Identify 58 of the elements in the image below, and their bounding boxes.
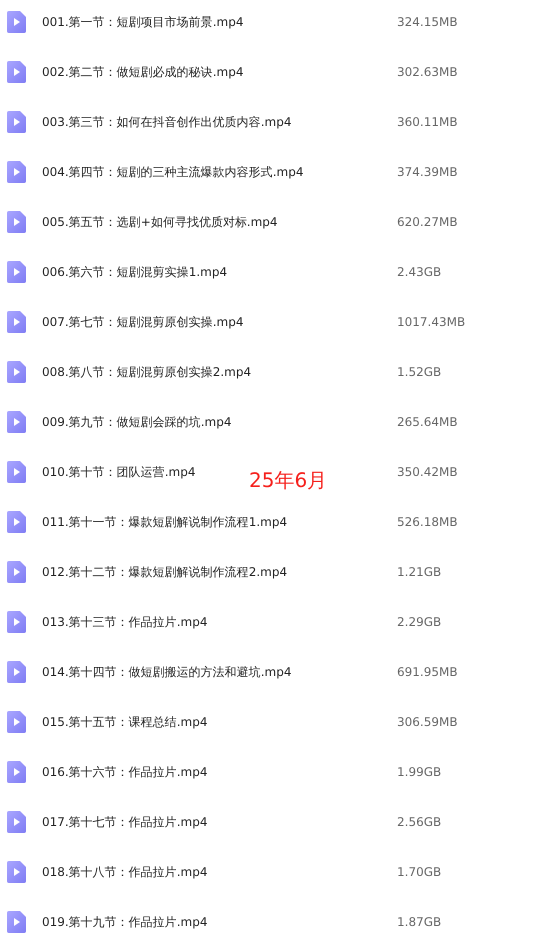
file-size: 324.15MB	[397, 15, 458, 29]
file-name[interactable]: 005.第五节：选剧+如何寻找优质对标.mp4	[42, 214, 278, 230]
video-file-icon	[7, 861, 26, 883]
video-file-icon	[7, 261, 26, 283]
file-size: 350.42MB	[397, 465, 458, 479]
video-file-icon	[7, 211, 26, 233]
video-file-icon	[7, 511, 26, 533]
file-size: 360.11MB	[397, 115, 458, 129]
file-name[interactable]: 004.第四节：短剧的三种主流爆款内容形式.mp4	[42, 164, 304, 180]
file-name[interactable]: 009.第九节：做短剧会踩的坑.mp4	[42, 414, 232, 430]
video-file-icon	[7, 811, 26, 833]
file-size: 526.18MB	[397, 515, 458, 529]
video-file-icon	[7, 711, 26, 733]
file-name[interactable]: 010.第十节：团队运营.mp4	[42, 464, 196, 480]
file-name[interactable]: 013.第十三节：作品拉片.mp4	[42, 614, 208, 630]
video-file-icon	[7, 61, 26, 83]
file-size: 2.56GB	[397, 815, 442, 829]
file-name[interactable]: 002.第二节：做短剧必成的秘诀.mp4	[42, 64, 244, 80]
video-file-icon	[7, 361, 26, 383]
file-size: 374.39MB	[397, 165, 458, 179]
file-name[interactable]: 003.第三节：如何在抖音创作出优质内容.mp4	[42, 114, 292, 130]
file-name[interactable]: 001.第一节：短剧项目市场前景.mp4	[42, 14, 244, 30]
file-size: 1.52GB	[397, 365, 442, 379]
file-size: 1.70GB	[397, 865, 442, 879]
video-file-icon	[7, 661, 26, 683]
video-file-icon	[7, 161, 26, 183]
video-file-icon	[7, 311, 26, 333]
file-size: 1.21GB	[397, 565, 442, 579]
file-name[interactable]: 011.第十一节：爆款短剧解说制作流程1.mp4	[42, 514, 288, 530]
file-size: 691.95MB	[397, 665, 458, 679]
file-size: 2.43GB	[397, 265, 442, 279]
file-name[interactable]: 006.第六节：短剧混剪实操1.mp4	[42, 264, 228, 280]
video-file-icon	[7, 761, 26, 783]
video-file-icon	[7, 411, 26, 433]
file-name[interactable]: 019.第十九节：作品拉片.mp4	[42, 914, 208, 930]
file-size: 302.63MB	[397, 65, 458, 79]
file-name[interactable]: 017.第十七节：作品拉片.mp4	[42, 814, 208, 830]
file-name[interactable]: 018.第十八节：作品拉片.mp4	[42, 864, 208, 880]
video-file-icon	[7, 561, 26, 583]
video-file-icon	[7, 11, 26, 33]
file-size: 1.87GB	[397, 915, 442, 929]
video-file-icon	[7, 111, 26, 133]
file-size: 306.59MB	[397, 715, 458, 729]
file-name[interactable]: 016.第十六节：作品拉片.mp4	[42, 764, 208, 780]
file-name[interactable]: 012.第十二节：爆款短剧解说制作流程2.mp4	[42, 564, 288, 580]
file-size: 2.29GB	[397, 615, 442, 629]
file-name[interactable]: 007.第七节：短剧混剪原创实操.mp4	[42, 314, 244, 330]
video-file-icon	[7, 461, 26, 483]
file-size: 265.64MB	[397, 415, 458, 429]
file-name[interactable]: 014.第十四节：做短剧搬运的方法和避坑.mp4	[42, 664, 292, 680]
file-size: 1.99GB	[397, 765, 442, 779]
overlay-note: 25年6月	[249, 467, 328, 494]
file-size: 1017.43MB	[397, 315, 466, 329]
video-file-icon	[7, 911, 26, 933]
file-size: 620.27MB	[397, 215, 458, 229]
video-file-icon	[7, 611, 26, 633]
file-name[interactable]: 015.第十五节：课程总结.mp4	[42, 714, 208, 730]
file-name[interactable]: 008.第八节：短剧混剪原创实操2.mp4	[42, 364, 252, 380]
